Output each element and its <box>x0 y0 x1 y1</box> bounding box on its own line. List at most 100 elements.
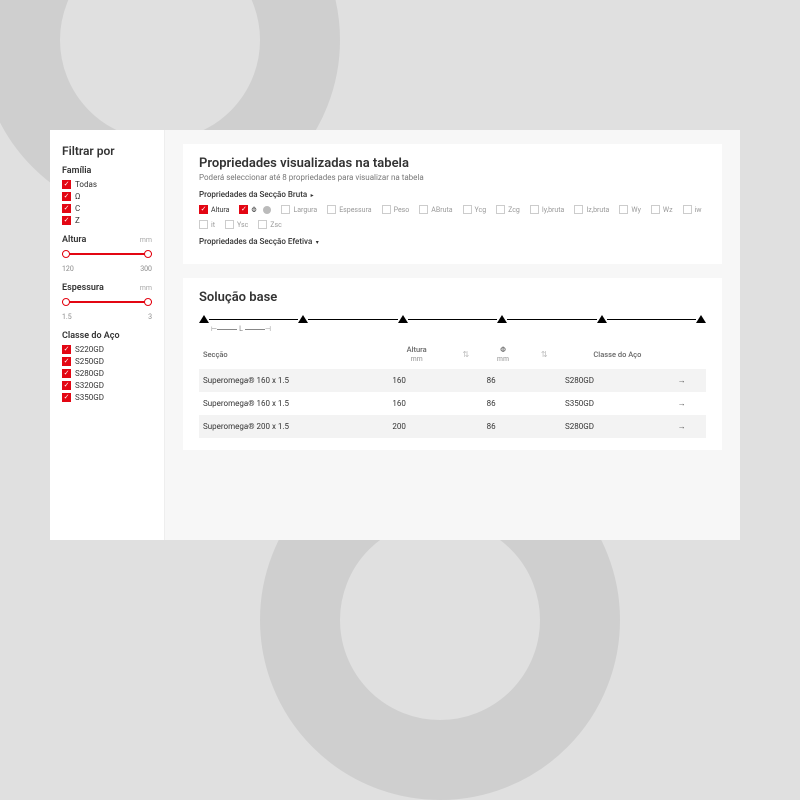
cell-altura: 200 <box>388 415 445 438</box>
checkbox-icon <box>619 205 628 214</box>
cell-seccao: Superomega® 200 x 1.5 <box>199 415 388 438</box>
classe-option[interactable]: ✓S350GD <box>62 393 152 402</box>
checkbox-icon: ✓ <box>62 381 71 390</box>
cell-phi: 86 <box>483 415 524 438</box>
property-checkbox[interactable]: it <box>199 220 215 229</box>
property-checkbox[interactable]: iw <box>683 205 702 214</box>
filter-espessura-title: Espessura <box>62 283 104 293</box>
familia-option-todas[interactable]: ✓Todas <box>62 180 152 189</box>
section-bruta-toggle[interactable]: Propriedades da Secção Bruta ▸ <box>199 190 706 199</box>
property-checkbox[interactable]: Peso <box>382 205 410 214</box>
property-checkbox-row: ✓Altura ✓Φ Largura Espessura Peso ABruta Ycg Zc… <box>199 205 706 229</box>
property-checkbox[interactable]: Iy,bruta <box>530 205 565 214</box>
row-open-icon[interactable]: → <box>678 399 686 408</box>
checkbox-icon <box>530 205 539 214</box>
classe-option[interactable]: ✓S320GD <box>62 381 152 390</box>
properties-card: Propriedades visualizadas na tabela Pode… <box>183 144 722 264</box>
property-checkbox[interactable]: ✓Altura <box>199 205 229 214</box>
properties-title: Propriedades visualizadas na tabela <box>199 156 706 171</box>
property-checkbox[interactable]: Zcg <box>496 205 520 214</box>
checkbox-icon: ✓ <box>199 205 208 214</box>
familia-option-z[interactable]: ✓Z <box>62 216 152 225</box>
familia-option-c[interactable]: ✓C <box>62 204 152 213</box>
sidebar-title: Filtrar por <box>62 144 152 158</box>
support-icon <box>597 315 607 323</box>
main-content: Propriedades visualizadas na tabela Pode… <box>165 130 740 540</box>
sort-icon: ⇅ <box>541 350 548 359</box>
col-classe[interactable]: Classe do Aço <box>561 339 674 369</box>
property-checkbox[interactable]: Largura <box>281 205 317 214</box>
app-panel: Filtrar por Família ✓Todas ✓Ω ✓C ✓Z Altu… <box>50 130 740 540</box>
col-sort[interactable]: ⇅ <box>523 339 561 369</box>
support-icon <box>398 315 408 323</box>
table-row: Superomega® 160 x 1.5160 86 S350GD → <box>199 392 706 415</box>
checkbox-icon: ✓ <box>62 192 71 201</box>
familia-option-omega[interactable]: ✓Ω <box>62 192 152 201</box>
checkbox-icon: ✓ <box>62 216 71 225</box>
checkbox-icon <box>496 205 505 214</box>
checkbox-icon <box>574 205 583 214</box>
col-phi[interactable]: Φmm <box>483 339 524 369</box>
span-length-indicator: ⊢L⊣ <box>211 325 271 333</box>
property-checkbox[interactable]: ABruta <box>419 205 452 214</box>
checkbox-icon: ✓ <box>62 357 71 366</box>
cell-classe: S350GD <box>561 392 674 415</box>
espessura-slider[interactable] <box>62 297 152 311</box>
cell-classe: S280GD <box>561 369 674 392</box>
filter-familia-title: Família <box>62 166 152 176</box>
properties-subtitle: Poderá seleccionar até 8 propriedades pa… <box>199 173 706 182</box>
col-seccao[interactable]: Secção <box>199 339 388 369</box>
support-icon <box>199 315 209 323</box>
property-checkbox[interactable]: Zsc <box>258 220 281 229</box>
checkbox-icon: ✓ <box>62 393 71 402</box>
cell-classe: S280GD <box>561 415 674 438</box>
checkbox-icon <box>225 220 234 229</box>
filter-sidebar: Filtrar por Família ✓Todas ✓Ω ✓C ✓Z Altu… <box>50 130 165 540</box>
filter-classe-title: Classe do Aço <box>62 331 152 341</box>
support-icon <box>298 315 308 323</box>
chevron-down-icon: ▾ <box>314 239 319 246</box>
checkbox-icon <box>419 205 428 214</box>
cell-phi: 86 <box>483 392 524 415</box>
filter-altura: Alturamm 120300 <box>62 235 152 273</box>
cell-seccao: Superomega® 160 x 1.5 <box>199 369 388 392</box>
chevron-right-icon: ▸ <box>309 192 314 199</box>
support-icon <box>497 315 507 323</box>
checkbox-icon <box>281 205 290 214</box>
filter-classe: Classe do Aço ✓S220GD ✓S250GD ✓S280GD ✓S… <box>62 331 152 402</box>
filter-espessura: Espessuramm 1.53 <box>62 283 152 321</box>
property-checkbox[interactable]: ✓Φ <box>239 205 271 214</box>
altura-slider[interactable] <box>62 249 152 263</box>
solution-card: Solução base ⊢L⊣ Secção Alturamm ⇅ Φmm <box>183 278 722 450</box>
classe-option[interactable]: ✓S280GD <box>62 369 152 378</box>
property-checkbox[interactable]: Wz <box>651 205 673 214</box>
col-altura[interactable]: Alturamm <box>388 339 445 369</box>
results-table: Secção Alturamm ⇅ Φmm ⇅ Classe do Aço Su… <box>199 339 706 438</box>
checkbox-icon: ✓ <box>62 180 71 189</box>
cell-altura: 160 <box>388 369 445 392</box>
checkbox-icon <box>463 205 472 214</box>
property-checkbox[interactable]: Wy <box>619 205 641 214</box>
section-efetiva-toggle[interactable]: Propriedades da Secção Efetiva ▾ <box>199 237 706 246</box>
filter-familia: Família ✓Todas ✓Ω ✓C ✓Z <box>62 166 152 225</box>
col-sort[interactable]: ⇅ <box>445 339 483 369</box>
classe-option[interactable]: ✓S250GD <box>62 357 152 366</box>
checkbox-icon <box>382 205 391 214</box>
table-row: Superomega® 160 x 1.516086S280GD→ <box>199 369 706 392</box>
property-checkbox[interactable]: Ysc <box>225 220 248 229</box>
row-open-icon[interactable]: → <box>678 376 686 385</box>
checkbox-icon: ✓ <box>62 345 71 354</box>
property-checkbox[interactable]: Ycg <box>463 205 487 214</box>
classe-option[interactable]: ✓S220GD <box>62 345 152 354</box>
sort-icon: ⇅ <box>462 350 469 359</box>
property-checkbox[interactable]: Iz,bruta <box>574 205 609 214</box>
table-row: Superomega® 200 x 1.5200 86 S280GD → <box>199 415 706 438</box>
row-open-icon[interactable]: → <box>678 422 686 431</box>
filter-espessura-unit: mm <box>140 284 152 292</box>
property-checkbox[interactable]: Espessura <box>327 205 371 214</box>
cell-altura: 160 <box>388 392 445 415</box>
checkbox-icon <box>327 205 336 214</box>
support-icon <box>696 315 706 323</box>
cell-seccao: Superomega® 160 x 1.5 <box>199 392 388 415</box>
filter-altura-unit: mm <box>140 236 152 244</box>
